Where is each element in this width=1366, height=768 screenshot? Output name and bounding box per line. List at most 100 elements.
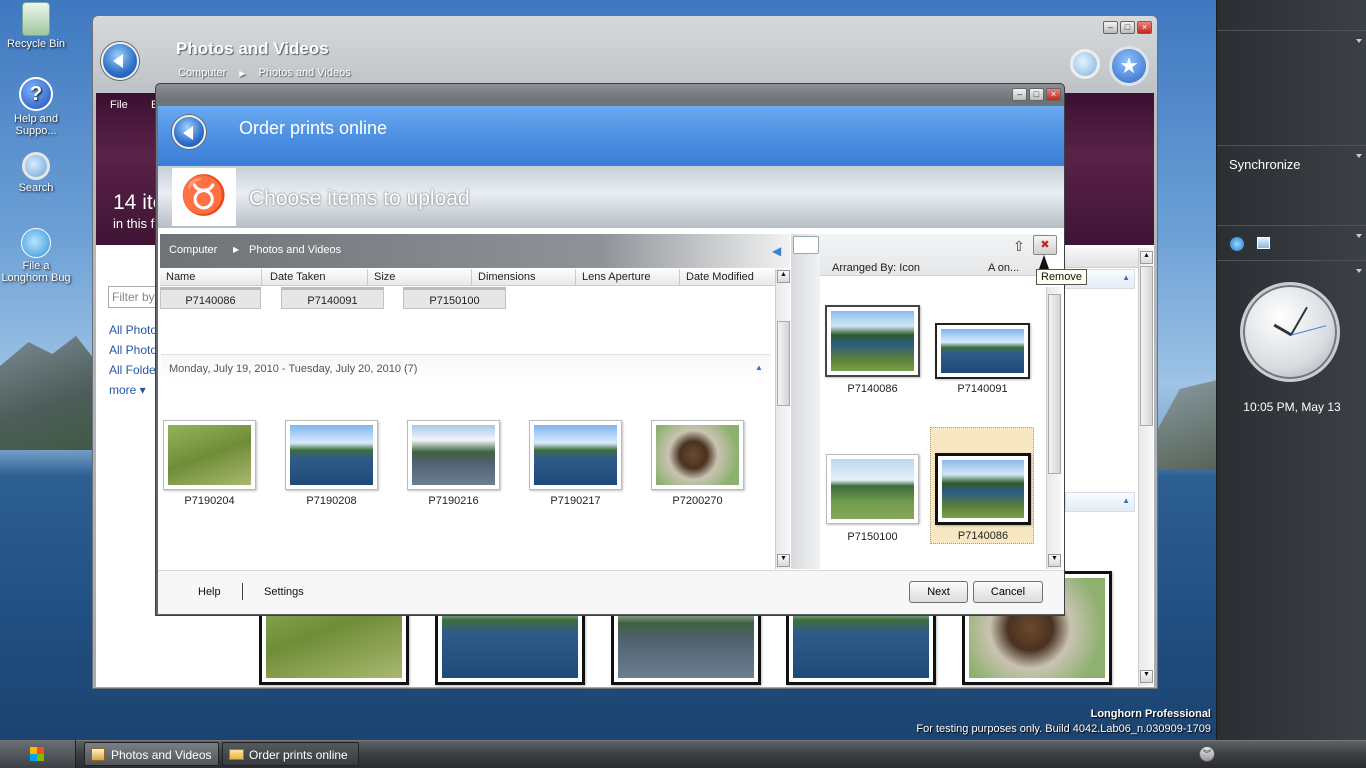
sidebar-tile-apps[interactable]	[1217, 225, 1366, 260]
folder-icon	[229, 749, 244, 760]
longhorn-logo-icon: ♉	[172, 168, 236, 226]
pane-divider[interactable]	[791, 234, 820, 569]
explorer-group-header-2[interactable]: ▲	[1065, 492, 1135, 512]
minimize-button[interactable]: –	[1103, 21, 1118, 34]
help-link[interactable]: Help	[198, 586, 221, 598]
selected-photo-label: P7140086	[957, 530, 1009, 542]
photo-label: P7190216	[428, 495, 479, 507]
task-more[interactable]: more ▾	[109, 380, 157, 400]
desktop-mountain	[0, 336, 95, 450]
recycle-bin-icon	[22, 2, 50, 36]
next-button[interactable]: Next	[909, 581, 968, 603]
taskbar-button-order-prints[interactable]: Order prints online	[222, 742, 359, 766]
column-date-modified[interactable]: Date Modified	[680, 269, 775, 286]
task-list: All Photo All Photo All Folde more ▾	[109, 320, 157, 400]
close-button[interactable]: ×	[1137, 21, 1152, 34]
taskbar-button-photos[interactable]: Photos and Videos	[84, 742, 219, 766]
group-collapse-icon[interactable]: ▲	[755, 363, 763, 372]
chevron-down-icon[interactable]	[1356, 39, 1362, 43]
menu-file[interactable]: File	[110, 99, 128, 111]
photo-thumbnail[interactable]	[407, 420, 500, 490]
footer-divider	[242, 583, 243, 600]
pane-collapse-arrow-icon[interactable]: ◀	[772, 244, 781, 258]
photo-thumbnail[interactable]	[529, 420, 622, 490]
task-all-photos-2[interactable]: All Photo	[109, 340, 157, 360]
chevron-down-icon[interactable]	[1356, 269, 1362, 273]
settings-link[interactable]: Settings	[264, 586, 304, 598]
desktop-icon-search[interactable]: Search	[0, 152, 76, 194]
wizard-title: Order prints online	[239, 118, 388, 138]
photo-thumbnail[interactable]	[651, 420, 744, 490]
column-dimensions[interactable]: Dimensions	[472, 269, 576, 286]
help-icon: ?	[19, 77, 53, 111]
tray-expand-icon[interactable]: ︾	[1199, 746, 1215, 762]
selected-photo[interactable]	[826, 454, 919, 524]
sort-label[interactable]: A on...	[988, 262, 1019, 274]
remove-tooltip: Remove	[1036, 269, 1087, 285]
desktop-icon-bug[interactable]: File a Longhorn Bug	[0, 228, 76, 284]
photo-thumbnail[interactable]	[163, 420, 256, 490]
wizard-maximize-button[interactable]: □	[1029, 88, 1044, 101]
desktop-icon-recycle-bin[interactable]: Recycle Bin	[0, 2, 76, 50]
desktop-mountain-right	[1155, 380, 1217, 470]
photo-label: P7200270	[672, 495, 723, 507]
breadcrumb: Computer ▶ Photos and Videos	[178, 67, 351, 79]
explorer-scrollbar[interactable]: ▲ ▼	[1138, 248, 1153, 686]
photo-label: P7190204	[184, 495, 235, 507]
bug-report-icon	[21, 228, 51, 258]
right-pane-scrollbar[interactable]: ▼	[1046, 287, 1061, 569]
selected-photo-highlight[interactable]: P7140086	[930, 427, 1034, 544]
analog-clock	[1240, 282, 1340, 382]
selected-photo[interactable]	[825, 305, 920, 377]
breadcrumb-photos[interactable]: Photos and Videos	[259, 67, 351, 79]
chevron-down-icon[interactable]	[1356, 154, 1362, 158]
window-title: Photos and Videos	[176, 39, 329, 58]
wizard-banner: ♉ Choose items to upload	[158, 166, 1064, 228]
clock-hand-hour	[1273, 323, 1293, 337]
breadcrumb-computer[interactable]: Computer	[178, 67, 226, 79]
maximize-button[interactable]: □	[1120, 21, 1135, 34]
desktop-icon-help[interactable]: ? Help and Suppo...	[0, 77, 76, 137]
list-item[interactable]: P7140091	[281, 287, 384, 309]
back-button[interactable]	[101, 42, 139, 80]
photo-thumbnail[interactable]	[285, 420, 378, 490]
chevron-down-icon[interactable]	[1356, 234, 1362, 238]
items-subtitle: in this f	[113, 216, 155, 231]
wizard-minimize-button[interactable]: –	[1012, 88, 1027, 101]
column-header-row: Name Date Taken Size Dimensions Lens Ape…	[160, 269, 775, 286]
start-button[interactable]	[0, 740, 76, 768]
wizard-breadcrumb-computer[interactable]: Computer	[169, 244, 217, 256]
search-icon[interactable]	[1070, 49, 1100, 79]
ie-icon[interactable]	[1230, 237, 1244, 251]
clock-time: 10:05 PM, May 13	[1243, 400, 1341, 414]
column-date-taken[interactable]: Date Taken	[264, 269, 368, 286]
list-item[interactable]: P7140086	[160, 287, 261, 309]
column-size[interactable]: Size	[368, 269, 472, 286]
wizard-breadcrumb-photos[interactable]: Photos and Videos	[249, 244, 341, 256]
mouse-cursor-icon	[1039, 255, 1049, 269]
task-all-photos[interactable]: All Photo	[109, 320, 157, 340]
sidebar-tile-1[interactable]	[1217, 30, 1366, 145]
list-item[interactable]: P7150100	[403, 287, 506, 309]
group-header[interactable]: Monday, July 19, 2010 - Tuesday, July 20…	[161, 354, 771, 381]
search-icon	[22, 152, 50, 180]
app-icon[interactable]	[1257, 237, 1270, 249]
wizard-back-button[interactable]	[172, 115, 206, 149]
left-pane-scrollbar[interactable]: ▲ ▼	[775, 269, 790, 569]
wizard-address-bar: Computer ▶ Photos and Videos ◀	[160, 234, 790, 268]
up-arrow-icon[interactable]: ⇧	[1013, 238, 1025, 255]
task-all-folders[interactable]: All Folde	[109, 360, 157, 380]
remove-icon[interactable]: ✖	[1033, 235, 1057, 255]
selected-photo-label: P7140086	[847, 383, 898, 395]
favorites-star-icon[interactable]: ★	[1109, 46, 1149, 86]
wizard-close-button[interactable]: ×	[1046, 88, 1061, 101]
breadcrumb-arrow-icon: ▶	[233, 245, 240, 254]
photos-icon	[91, 748, 105, 761]
column-name[interactable]: Name	[160, 269, 262, 286]
cancel-button[interactable]: Cancel	[973, 581, 1043, 603]
photo-label: P7190208	[306, 495, 357, 507]
sidebar-tile-sync[interactable]: Synchronize	[1217, 145, 1366, 225]
arranged-by-label[interactable]: Arranged By: Icon	[832, 262, 920, 274]
selected-photo[interactable]	[935, 323, 1030, 379]
column-lens-aperture[interactable]: Lens Aperture	[576, 269, 680, 286]
